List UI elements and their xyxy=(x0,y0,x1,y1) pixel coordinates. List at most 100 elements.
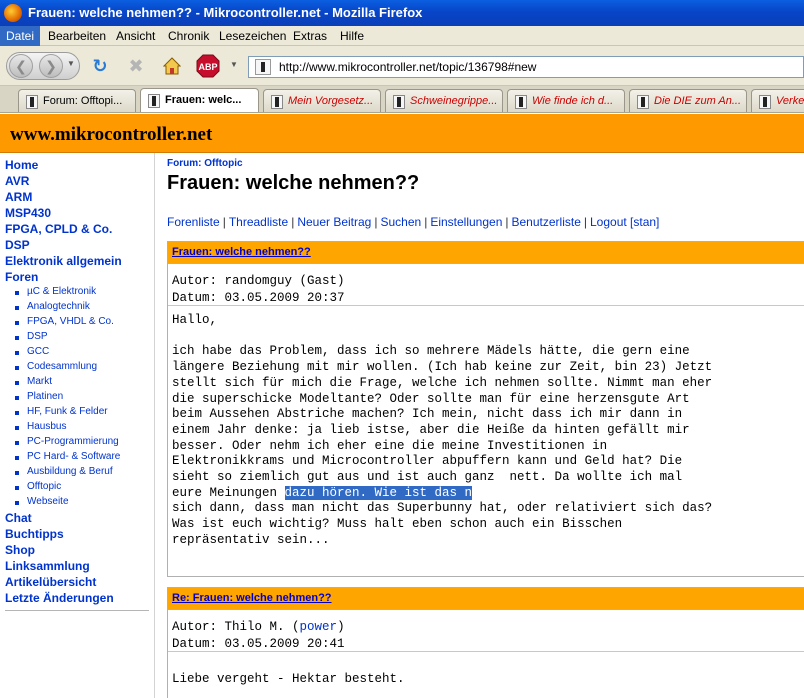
menu-bearbeiten[interactable]: Bearbeiten xyxy=(42,26,112,46)
menu-chronik[interactable]: Chronik xyxy=(162,26,215,46)
tab-favicon xyxy=(148,94,160,108)
window-title: Frauen: welche nehmen?? - Mikrocontrolle… xyxy=(28,5,423,20)
post-author-user-link[interactable]: power xyxy=(300,620,338,634)
adblock-plus-icon[interactable]: ABP xyxy=(196,54,220,78)
tab-verke[interactable]: Verke xyxy=(751,89,804,112)
forum-link-uc-elektronik[interactable]: µC & Elektronik xyxy=(27,286,96,297)
forum-link-webseite[interactable]: Webseite xyxy=(27,496,69,507)
sidebar-item-linksammlung[interactable]: Linksammlung xyxy=(5,559,90,573)
sidebar-item-msp430[interactable]: MSP430 xyxy=(5,206,51,220)
link-benutzerliste[interactable]: Benutzerliste xyxy=(512,215,581,229)
sidebar-item-home[interactable]: Home xyxy=(5,158,38,172)
post-date: Datum: 03.05.2009 20:41 xyxy=(172,637,345,651)
tab-bar: Forum: Offtopi... Frauen: welc... Mein V… xyxy=(0,86,804,113)
tab-favicon xyxy=(26,95,38,109)
forum-link-markt[interactable]: Markt xyxy=(27,376,52,387)
forum-link-offtopic[interactable]: Offtopic xyxy=(27,481,61,492)
post-divider xyxy=(168,305,804,306)
forum-link-pc-programmierung[interactable]: PC-Programmierung xyxy=(27,436,119,447)
tab-favicon xyxy=(271,95,283,109)
menu-lesezeichen[interactable]: Lesezeichen xyxy=(213,26,292,46)
tab-label: Mein Vorgesetz... xyxy=(288,95,374,107)
site-header: www.mikrocontroller.net xyxy=(0,114,804,153)
post-subject-link[interactable]: Re: Frauen: welche nehmen?? xyxy=(172,592,332,604)
post-meta: Autor: randomguy (Gast) Datum: 03.05.200… xyxy=(172,274,345,305)
sidebar-item-foren[interactable]: Foren xyxy=(5,270,38,284)
sidebar-item-arm[interactable]: ARM xyxy=(5,190,32,204)
forward-arrow-icon: ❯ xyxy=(45,58,57,74)
bullet-icon xyxy=(15,471,19,475)
link-suchen[interactable]: Suchen xyxy=(380,215,421,229)
forum-link-codesammlung[interactable]: Codesammlung xyxy=(27,361,97,372)
forum-link-fpga-vhdl[interactable]: FPGA, VHDL & Co. xyxy=(27,316,114,327)
tab-forum-offtopic[interactable]: Forum: Offtopi... xyxy=(18,89,136,112)
tab-label: Forum: Offtopi... xyxy=(43,95,123,107)
tab-frauen-welche[interactable]: Frauen: welc... xyxy=(140,88,259,112)
tab-favicon xyxy=(393,95,405,109)
bullet-icon xyxy=(15,456,19,460)
adblock-dropdown-icon[interactable]: ▼ xyxy=(230,60,238,69)
history-dropdown-icon[interactable]: ▼ xyxy=(67,59,75,68)
back-button[interactable]: ❮ xyxy=(9,54,33,78)
tab-label: Verke xyxy=(776,95,804,107)
link-threadliste[interactable]: Threadliste xyxy=(229,215,288,229)
tab-label: Wie finde ich d... xyxy=(532,95,614,107)
reload-icon: ↻ xyxy=(92,56,108,76)
forum-post: Frauen: welche nehmen?? Autor: randomguy… xyxy=(167,241,804,577)
site-name[interactable]: www.mikrocontroller.net xyxy=(10,124,212,146)
address-bar[interactable]: http://www.mikrocontroller.net/topic/136… xyxy=(248,56,804,78)
link-einstellungen[interactable]: Einstellungen xyxy=(430,215,502,229)
tab-label: Frauen: welc... xyxy=(165,94,242,106)
tab-schweinegrippe[interactable]: Schweinegrippe... xyxy=(385,89,503,112)
menu-datei[interactable]: Datei xyxy=(0,26,41,46)
post-header: Re: Frauen: welche nehmen?? xyxy=(168,588,804,610)
forum-link-pc-hardware[interactable]: PC Hard- & Software xyxy=(27,451,120,462)
home-button[interactable] xyxy=(160,54,184,78)
link-neuer-beitrag[interactable]: Neuer Beitrag xyxy=(297,215,371,229)
url-text[interactable]: http://www.mikrocontroller.net/topic/136… xyxy=(279,60,536,74)
tab-die-die-zum[interactable]: Die DIE zum An... xyxy=(629,89,747,112)
breadcrumb[interactable]: Forum: Offtopic xyxy=(167,158,243,169)
sidebar-item-chat[interactable]: Chat xyxy=(5,511,32,525)
post-divider xyxy=(168,651,804,652)
sidebar-item-fpga-cpld[interactable]: FPGA, CPLD & Co. xyxy=(5,222,112,236)
forum-link-ausbildung[interactable]: Ausbildung & Beruf xyxy=(27,466,113,477)
forum-link-platinen[interactable]: Platinen xyxy=(27,391,63,402)
sidebar-item-shop[interactable]: Shop xyxy=(5,543,35,557)
tab-wie-finde-ich[interactable]: Wie finde ich d... xyxy=(507,89,625,112)
sidebar-item-elektronik[interactable]: Elektronik allgemein xyxy=(5,254,122,268)
tab-favicon xyxy=(637,95,649,109)
sidebar-item-dsp[interactable]: DSP xyxy=(5,238,30,252)
sidebar-item-artikeluebersicht[interactable]: Artikelübersicht xyxy=(5,575,96,589)
tab-label: Die DIE zum An... xyxy=(654,95,742,107)
reload-button[interactable]: ↻ xyxy=(88,54,112,78)
forum-link-gcc[interactable]: GCC xyxy=(27,346,49,357)
home-icon xyxy=(163,57,181,75)
stop-button[interactable]: ✖ xyxy=(124,54,148,78)
menu-ansicht[interactable]: Ansicht xyxy=(110,26,161,46)
forum-link-hausbus[interactable]: Hausbus xyxy=(27,421,66,432)
bullet-icon xyxy=(15,426,19,430)
menu-hilfe[interactable]: Hilfe xyxy=(334,26,370,46)
forum-link-hf-funk[interactable]: HF, Funk & Felder xyxy=(27,406,108,417)
post-body: Liebe vergeht - Hektar besteht. xyxy=(172,672,405,686)
window-titlebar[interactable]: Frauen: welche nehmen?? - Mikrocontrolle… xyxy=(0,0,804,26)
bullet-icon xyxy=(15,291,19,295)
sidebar-item-letzte-aenderungen[interactable]: Letzte Änderungen xyxy=(5,591,114,605)
page-title: Frauen: welche nehmen?? xyxy=(167,172,420,194)
link-logout[interactable]: Logout [stan] xyxy=(590,215,659,229)
post-subject-link[interactable]: Frauen: welche nehmen?? xyxy=(172,246,311,258)
tab-mein-vorgesetz[interactable]: Mein Vorgesetz... xyxy=(263,89,381,112)
forum-link-dsp[interactable]: DSP xyxy=(27,331,48,342)
stop-icon: ✖ xyxy=(128,56,144,76)
forward-button[interactable]: ❯ xyxy=(39,54,63,78)
link-forenliste[interactable]: Forenliste xyxy=(167,215,220,229)
forum-link-analogtechnik[interactable]: Analogtechnik xyxy=(27,301,90,312)
tab-label: Schweinegrippe... xyxy=(410,95,498,107)
menu-extras[interactable]: Extras xyxy=(287,26,333,46)
firefox-icon xyxy=(4,4,22,22)
post-body: Hallo, ich habe das Problem, dass ich so… xyxy=(172,313,713,547)
sidebar-item-avr[interactable]: AVR xyxy=(5,174,29,188)
bullet-icon xyxy=(15,501,19,505)
sidebar-item-buchtipps[interactable]: Buchtipps xyxy=(5,527,64,541)
